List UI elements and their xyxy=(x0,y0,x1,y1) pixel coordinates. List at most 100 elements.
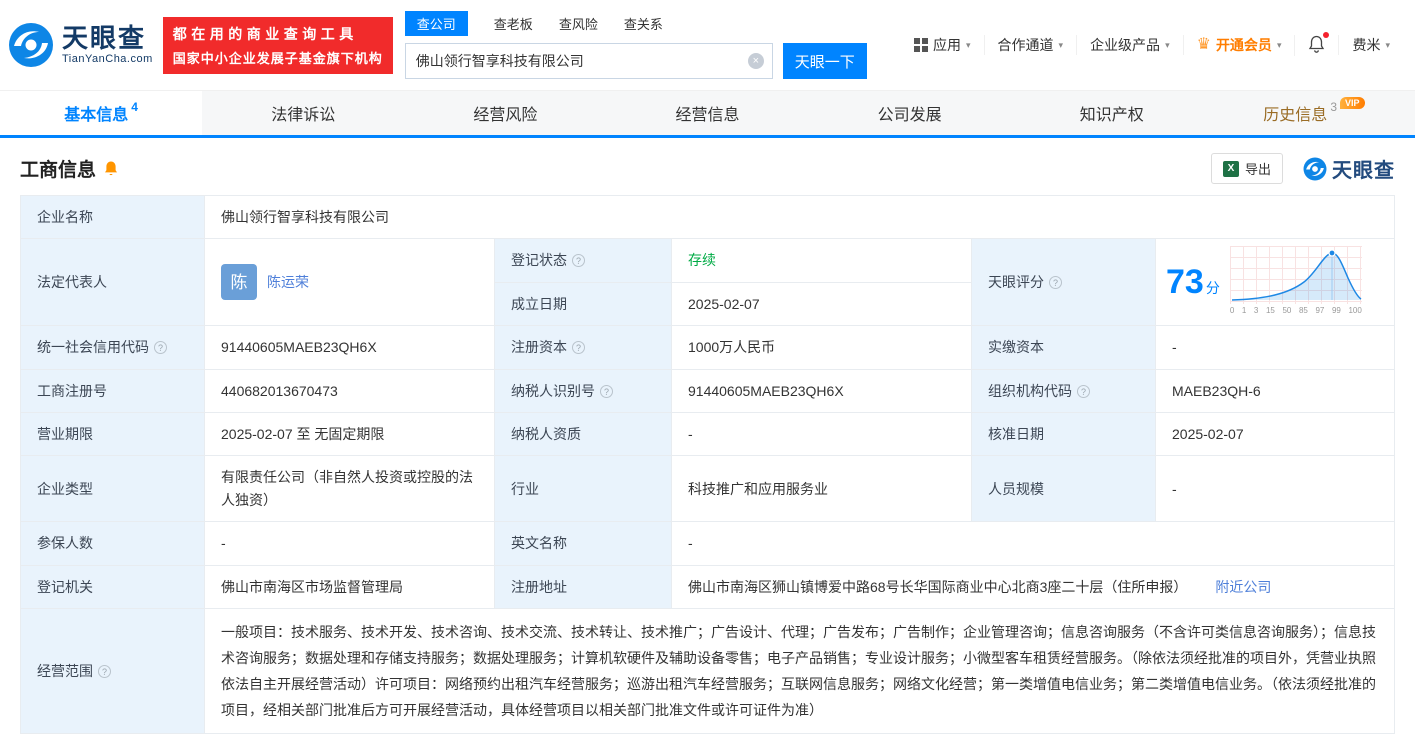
english-name-label: 英文名称 xyxy=(494,521,672,566)
row-company-name: 企业名称 佛山领行智享科技有限公司 xyxy=(20,194,1395,240)
caret-down-icon: ▾ xyxy=(966,39,971,50)
row-company-type: 企业类型 有限责任公司（非自然人投资或控股的法人独资） 行业 科技推广和应用服务… xyxy=(20,455,1395,523)
paid-capital-value: - xyxy=(1155,325,1395,370)
address-label: 注册地址 xyxy=(494,564,672,609)
taxpayer-quality-value: - xyxy=(671,411,972,457)
search-tab-company[interactable]: 查公司 xyxy=(404,11,468,36)
section-tabs: 基本信息 4 法律诉讼 经营风险 经营信息 公司发展 知识产权 历史信息 3 V… xyxy=(0,90,1415,138)
industry-label: 行业 xyxy=(494,455,672,523)
tianyancha-eye-icon xyxy=(9,23,53,67)
approval-date-value: 2025-02-07 xyxy=(1155,411,1395,457)
approval-date-label: 核准日期 xyxy=(971,411,1156,457)
search-button[interactable]: 天眼一下 xyxy=(782,43,867,79)
business-scope-value: 一般项目：技术服务、技术开发、技术咨询、技术交流、技术转让、技术推广；广告设计、… xyxy=(204,607,1395,734)
insured-count-value: - xyxy=(204,521,495,566)
business-info-table: 企业名称 佛山领行智享科技有限公司 法定代表人 陈 陈运荣 登记状态? 存续 天… xyxy=(20,194,1395,734)
help-icon[interactable]: ? xyxy=(1049,276,1062,290)
crown-icon: ♛ xyxy=(1196,36,1211,53)
paid-capital-label: 实缴资本 xyxy=(971,325,1156,370)
score-value-cell: 73 分 0 1 3 15 50 85 97 99 100 xyxy=(1155,238,1395,327)
registry-value: 佛山市南海区市场监督管理局 xyxy=(204,564,495,609)
help-icon[interactable]: ? xyxy=(572,341,585,355)
row-business-term: 营业期限 2025-02-07 至 无固定期限 纳税人资质 - 核准日期 202… xyxy=(20,411,1395,457)
help-icon[interactable]: ? xyxy=(98,664,111,678)
establish-date-value: 2025-02-07 xyxy=(671,281,972,327)
slogan-badge: 都在用的商业查询工具 国家中小企业发展子基金旗下机构 xyxy=(162,16,393,74)
alert-bell-icon[interactable] xyxy=(103,160,119,177)
company-name-value: 佛山领行智享科技有限公司 xyxy=(204,194,1395,240)
taxpayer-id-value: 91440605MAEB23QH6X xyxy=(671,368,972,413)
tianyancha-logo[interactable]: 天眼查 TianYanCha.com xyxy=(8,22,153,68)
help-icon[interactable]: ? xyxy=(572,254,585,268)
menu-user[interactable]: 费米 ▾ xyxy=(1338,35,1403,55)
nearby-companies-link[interactable]: 附近公司 xyxy=(1215,576,1271,598)
row-registry: 登记机关 佛山市南海区市场监督管理局 注册地址 佛山市南海区狮山镇博爱中路68号… xyxy=(20,564,1395,609)
menu-vip[interactable]: ♛ 开通会员 ▾ xyxy=(1182,35,1295,55)
topbar: 天眼查 TianYanCha.com 都在用的商业查询工具 国家中小企业发展子基… xyxy=(0,0,1415,90)
menu-enterprise[interactable]: 企业级产品 ▾ xyxy=(1076,35,1183,55)
search-tabs: 查公司 查老板 查风险 查关系 xyxy=(404,11,867,36)
tab-count: 4 xyxy=(131,100,138,114)
staff-size-value: - xyxy=(1155,455,1395,523)
row-insured-count: 参保人数 - 英文名称 - xyxy=(20,521,1395,566)
slogan-line2: 国家中小企业发展子基金旗下机构 xyxy=(172,50,383,66)
help-icon[interactable]: ? xyxy=(1077,384,1090,398)
caret-down-icon: ▾ xyxy=(1385,39,1390,50)
legal-rep-label: 法定代表人 xyxy=(20,238,205,327)
notification-dot xyxy=(1323,31,1330,38)
help-icon[interactable]: ? xyxy=(600,384,613,398)
registry-label: 登记机关 xyxy=(20,564,205,609)
tab-legal-proceedings[interactable]: 法律诉讼 xyxy=(202,91,404,135)
tianyancha-eye-icon xyxy=(1303,157,1327,180)
caret-down-icon: ▾ xyxy=(1276,39,1282,50)
business-scope-label: 经营范围? xyxy=(20,607,205,734)
tab-operating-info[interactable]: 经营信息 xyxy=(606,91,808,135)
export-button[interactable]: X 导出 xyxy=(1210,153,1283,184)
reg-capital-value: 1000万人民币 xyxy=(671,325,972,370)
company-type-value: 有限责任公司（非自然人投资或控股的法人独资） xyxy=(204,455,495,523)
score-label: 天眼评分? xyxy=(971,238,1156,327)
score-number: 73 分 xyxy=(1166,263,1220,302)
credit-code-label: 统一社会信用代码? xyxy=(20,325,205,370)
taxpayer-quality-label: 纳税人资质 xyxy=(494,411,672,457)
credit-code-value: 91440605MAEB23QH6X xyxy=(204,325,495,370)
menu-notifications[interactable] xyxy=(1294,31,1338,56)
address-value: 佛山市南海区狮山镇博爱中路68号长华国际商业中心北商3座二十层（住所申报） 附近… xyxy=(671,564,1395,609)
tab-history-info[interactable]: 历史信息 3 VIP xyxy=(1213,91,1415,135)
search-tab-risk[interactable]: 查风险 xyxy=(559,11,598,36)
row-credit-code: 统一社会信用代码? 91440605MAEB23QH6X 注册资本? 1000万… xyxy=(20,325,1395,370)
business-term-value: 2025-02-07 至 无固定期限 xyxy=(204,411,495,457)
tab-intellectual-property[interactable]: 知识产权 xyxy=(1011,91,1213,135)
tab-operating-risk[interactable]: 经营风险 xyxy=(404,91,606,135)
company-name-label: 企业名称 xyxy=(20,194,205,240)
company-type-label: 企业类型 xyxy=(20,455,205,523)
menu-apps[interactable]: 应用 ▾ xyxy=(901,35,984,55)
brand-domain: TianYanCha.com xyxy=(62,53,153,65)
chart-axis-ticks: 0 1 3 15 50 85 97 99 100 xyxy=(1229,306,1362,316)
menu-partner[interactable]: 合作通道 ▾ xyxy=(983,35,1077,55)
tianyancha-watermark-logo[interactable]: 天眼查 xyxy=(1303,154,1395,183)
business-term-label: 营业期限 xyxy=(20,411,205,457)
reg-number-value: 440682013670473 xyxy=(204,368,495,413)
reg-number-label: 工商注册号 xyxy=(20,368,205,413)
industry-value: 科技推广和应用服务业 xyxy=(671,455,972,523)
search-tab-boss[interactable]: 查老板 xyxy=(494,11,533,36)
legal-rep-link[interactable]: 陈运荣 xyxy=(267,271,309,293)
legal-rep-avatar[interactable]: 陈 xyxy=(221,264,257,301)
help-icon[interactable]: ? xyxy=(154,341,167,355)
vip-badge: VIP xyxy=(1340,97,1365,109)
tab-basic-info[interactable]: 基本信息 4 xyxy=(0,91,203,135)
search-input[interactable] xyxy=(404,43,773,79)
tab-company-development[interactable]: 公司发展 xyxy=(809,91,1011,135)
caret-down-icon: ▾ xyxy=(1165,39,1170,50)
search-tab-relation[interactable]: 查关系 xyxy=(624,11,663,36)
brand-name: 天眼查 xyxy=(62,23,147,53)
slogan-line1: 都在用的商业查询工具 xyxy=(172,25,358,42)
reg-status-value: 存续 xyxy=(671,238,972,283)
legal-rep-value: 陈 陈运荣 xyxy=(204,238,495,327)
clear-icon[interactable]: × xyxy=(747,53,764,69)
row-legal-rep: 法定代表人 陈 陈运荣 登记状态? 存续 天眼评分? 73 分 0 1 3 15… xyxy=(20,238,1395,327)
staff-size-label: 人员规模 xyxy=(971,455,1156,523)
bell-icon xyxy=(1308,31,1330,56)
establish-date-label: 成立日期 xyxy=(494,281,672,327)
